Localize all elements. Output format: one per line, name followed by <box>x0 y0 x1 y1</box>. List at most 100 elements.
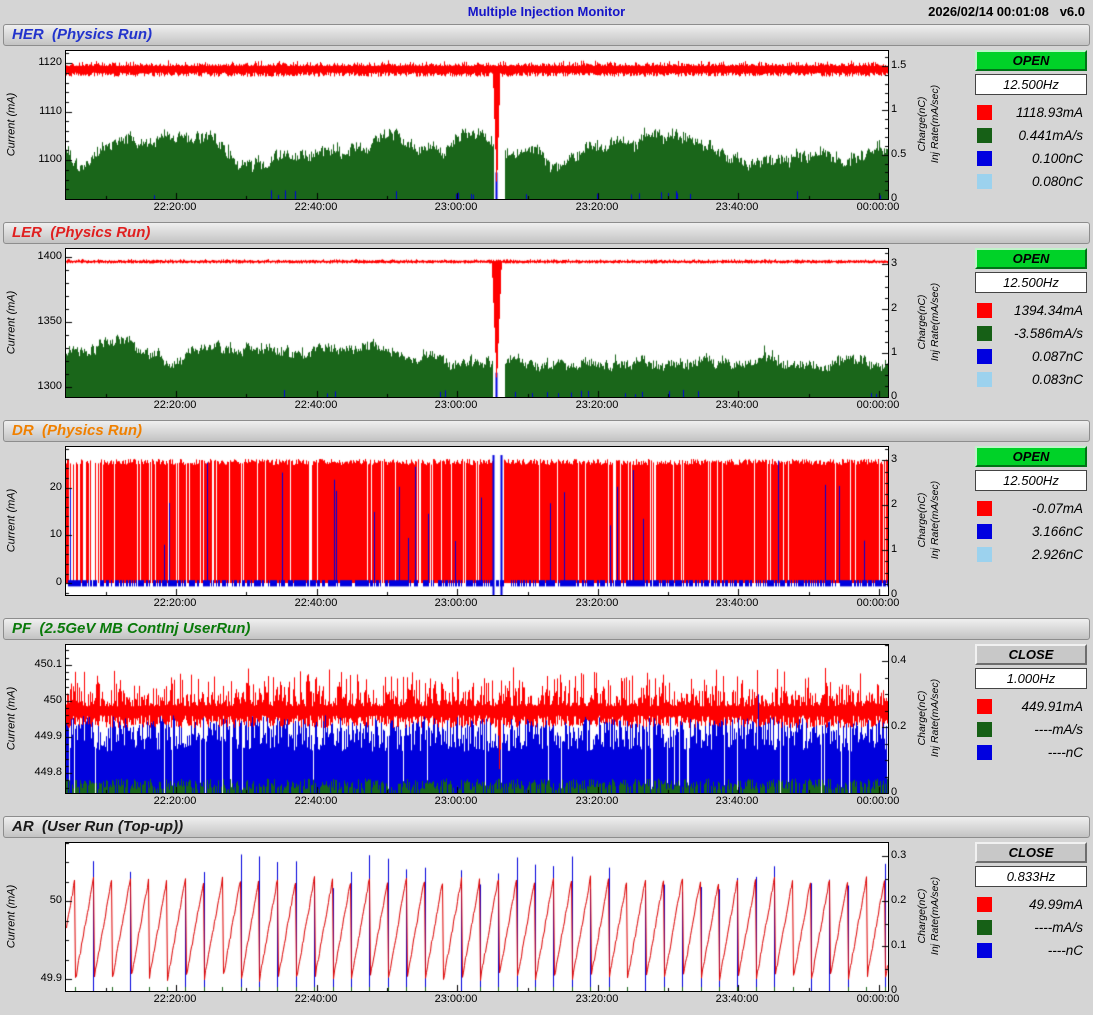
left-tick-label: 449.8 <box>16 766 62 778</box>
status-value: 1394.34mA <box>992 303 1087 318</box>
time-label: 22:40:00 <box>281 399 351 411</box>
status-row: 0.080nC <box>975 170 1087 193</box>
legend-swatch <box>977 326 992 341</box>
time-label: 22:20:00 <box>140 993 210 1005</box>
time-label: 23:20:00 <box>562 993 632 1005</box>
time-label: 23:20:00 <box>562 399 632 411</box>
titlebar: Multiple Injection Monitor 2026/02/14 00… <box>0 0 1093 24</box>
panels-container: HER (Physics Run) Current (mA) Charge(nC… <box>0 24 1093 1014</box>
legend-swatch <box>977 174 992 189</box>
status-value: -3.586mA/s <box>992 326 1087 341</box>
status-row: 449.91mA <box>975 695 1087 718</box>
left-tick-label: 0 <box>16 576 62 588</box>
right-tick-label: 0.2 <box>891 720 935 732</box>
status-box: CLOSE 1.000Hz 449.91mA----mA/s----nC <box>975 644 1087 764</box>
gate-button[interactable]: OPEN <box>975 50 1087 71</box>
panel-header: LER (Physics Run) <box>3 222 1090 244</box>
panel-title: DR (Physics Run) <box>12 421 142 441</box>
time-label: 23:20:00 <box>562 795 632 807</box>
status-value: 0.441mA/s <box>992 128 1087 143</box>
time-label: 23:20:00 <box>562 597 632 609</box>
left-axis-title: Current (mA) <box>6 847 19 987</box>
time-label: 00:00:00 <box>843 993 913 1005</box>
time-label: 23:00:00 <box>421 399 491 411</box>
chart-canvas <box>66 645 888 793</box>
left-tick-label: 1100 <box>16 153 62 165</box>
gate-button[interactable]: OPEN <box>975 248 1087 269</box>
legend-swatch <box>977 547 992 562</box>
frequency-readout: 12.500Hz <box>975 74 1087 95</box>
left-tick-label: 1120 <box>16 56 62 68</box>
gate-button[interactable]: CLOSE <box>975 644 1087 665</box>
time-label: 00:00:00 <box>843 399 913 411</box>
status-row: 0.441mA/s <box>975 124 1087 147</box>
frequency-readout: 0.833Hz <box>975 866 1087 887</box>
legend-swatch <box>977 745 992 760</box>
datetime: 2026/02/14 00:01:08 <box>928 4 1049 19</box>
status-value: 0.083nC <box>992 372 1087 387</box>
left-tick-label: 450.1 <box>16 658 62 670</box>
time-label: 23:40:00 <box>702 201 772 213</box>
time-label: 22:20:00 <box>140 795 210 807</box>
gate-button[interactable]: CLOSE <box>975 842 1087 863</box>
monitor-panel-PF: PF (2.5GeV MB ContInj UserRun) Current (… <box>0 618 1093 816</box>
left-axis-title: Current (mA) <box>6 451 19 591</box>
right-tick-label: 0.1 <box>891 939 935 951</box>
right-axis-title-injrate: Inj Rate(mA/sec) <box>929 54 941 194</box>
chart-canvas <box>66 843 888 991</box>
right-tick-label: 0.3 <box>891 849 935 861</box>
time-label: 23:00:00 <box>421 201 491 213</box>
legend-swatch <box>977 897 992 912</box>
frequency-readout: 12.500Hz <box>975 470 1087 491</box>
status-value: 0.080nC <box>992 174 1087 189</box>
right-tick-label: 0.5 <box>891 148 935 160</box>
right-axis-title-charge: Charge(nC) <box>916 450 928 590</box>
left-axis-title: Current (mA) <box>6 55 19 195</box>
time-label: 22:20:00 <box>140 201 210 213</box>
status-rows: 449.91mA----mA/s----nC <box>975 695 1087 764</box>
panel-header: DR (Physics Run) <box>3 420 1090 442</box>
status-row: ----mA/s <box>975 916 1087 939</box>
status-box: OPEN 12.500Hz 1118.93mA0.441mA/s0.100nC0… <box>975 50 1087 193</box>
right-axis-title-charge: Charge(nC) <box>916 648 928 788</box>
status-row: ----nC <box>975 939 1087 962</box>
panel-title: AR (User Run (Top-up)) <box>12 817 183 837</box>
time-label: 22:40:00 <box>281 993 351 1005</box>
status-box: OPEN 12.500Hz 1394.34mA-3.586mA/s0.087nC… <box>975 248 1087 391</box>
left-tick-label: 1350 <box>16 315 62 327</box>
right-tick-label: 1.5 <box>891 59 935 71</box>
status-box: CLOSE 0.833Hz 49.99mA ----mA/s ----nC <box>975 842 1087 962</box>
legend-swatch <box>977 349 992 364</box>
time-label: 22:40:00 <box>281 201 351 213</box>
time-label: 22:20:00 <box>140 399 210 411</box>
time-label: 00:00:00 <box>843 201 913 213</box>
panel-title: PF (2.5GeV MB ContInj UserRun) <box>12 619 250 639</box>
status-value: 0.087nC <box>992 349 1087 364</box>
gate-button[interactable]: OPEN <box>975 446 1087 467</box>
status-value: 49.99mA <box>992 897 1087 912</box>
left-tick-label: 49.9 <box>16 972 62 984</box>
legend-swatch <box>977 501 992 516</box>
status-row: -3.586mA/s <box>975 322 1087 345</box>
status-value: -0.07mA <box>992 501 1087 516</box>
right-axis-title-injrate: Inj Rate(mA/sec) <box>929 252 941 392</box>
right-axis-title-injrate: Inj Rate(mA/sec) <box>929 648 941 788</box>
right-axis-title-injrate: Inj Rate(mA/sec) <box>929 846 941 986</box>
left-tick-label: 10 <box>16 528 62 540</box>
legend-swatch <box>977 128 992 143</box>
monitor-panel-DR: DR (Physics Run) Current (mA) Charge(nC)… <box>0 420 1093 618</box>
monitor-panel-LER: LER (Physics Run) Current (mA) Charge(nC… <box>0 222 1093 420</box>
status-row: ----mA/s <box>975 718 1087 741</box>
version: v6.0 <box>1060 4 1085 19</box>
left-tick-label: 450 <box>16 694 62 706</box>
left-tick-label: 50 <box>16 894 62 906</box>
right-tick-label: 2 <box>891 498 935 510</box>
legend-swatch <box>977 372 992 387</box>
time-label: 00:00:00 <box>843 597 913 609</box>
left-tick-label: 20 <box>16 481 62 493</box>
time-label: 22:20:00 <box>140 597 210 609</box>
legend-swatch <box>977 303 992 318</box>
status-row: ----nC <box>975 741 1087 764</box>
status-value: ----nC <box>992 943 1087 958</box>
status-row: -0.07mA <box>975 497 1087 520</box>
